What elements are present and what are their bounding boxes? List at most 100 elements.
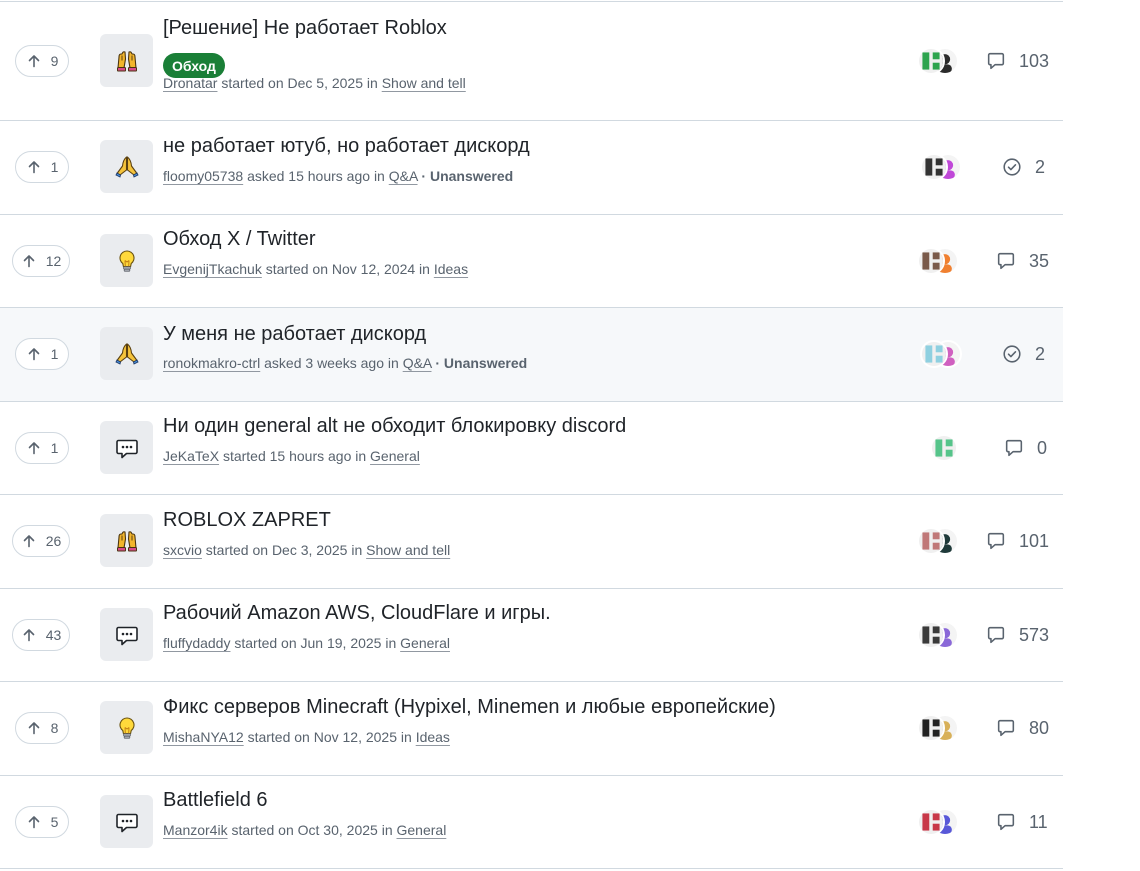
category-link[interactable]: General — [397, 822, 447, 838]
arrow-up-icon — [26, 346, 42, 362]
speech-bubble-icon — [114, 809, 140, 835]
category-link[interactable]: Show and tell — [366, 542, 450, 558]
author-link[interactable]: ronokmakro-ctrl — [163, 355, 260, 371]
answer-status: · Unanswered — [435, 355, 528, 371]
comment-count[interactable]: 103 — [985, 49, 1049, 73]
category-emoji[interactable] — [100, 514, 153, 567]
answer-count[interactable]: 2 — [1001, 155, 1045, 179]
category-link[interactable]: General — [400, 635, 450, 651]
category-link[interactable]: Ideas — [434, 261, 468, 277]
comment-count[interactable]: 11 — [995, 810, 1048, 834]
author-link[interactable]: fluffydaddy — [163, 635, 230, 651]
author-link[interactable]: Dronatar — [163, 75, 217, 91]
category-emoji[interactable] — [100, 421, 153, 474]
category-emoji[interactable] — [100, 327, 153, 380]
hands-raised-icon — [114, 48, 140, 74]
avatar[interactable] — [917, 247, 945, 275]
comment-icon — [985, 624, 1007, 646]
stat-number: 11 — [1029, 811, 1048, 832]
discussion-title-link[interactable]: Рабочий Amazon AWS, CloudFlare и игры. — [163, 602, 551, 625]
stat-number: 103 — [1019, 50, 1050, 71]
discussion-row[interactable]: 1 Ни один general alt не обходит блокиров… — [0, 402, 1063, 495]
comment-count[interactable]: 35 — [995, 249, 1049, 273]
category-emoji[interactable] — [100, 34, 153, 87]
discussion-title-link[interactable]: Обход X / Twitter — [163, 228, 316, 251]
author-link[interactable]: MishaNYA12 — [163, 729, 244, 745]
category-emoji[interactable] — [100, 608, 153, 661]
upvote-button[interactable]: 8 — [15, 712, 69, 744]
category-link[interactable]: Q&A — [389, 168, 418, 184]
discussion-title-link[interactable]: ROBLOX ZAPRET — [163, 509, 331, 532]
stat-number: 101 — [1019, 530, 1050, 551]
author-link[interactable]: sxcvio — [163, 542, 202, 558]
category-emoji[interactable] — [100, 234, 153, 287]
comment-icon — [985, 530, 1007, 552]
author-link[interactable]: Manzor4ik — [163, 822, 228, 838]
discussion-row[interactable]: 5 Battlefield 6 Manzor4ik started on Oct 3… — [0, 776, 1063, 869]
discussion-row[interactable]: 8 Фикс серверов Minecraft (Hypixel, Minem… — [0, 682, 1063, 776]
avatar[interactable] — [920, 340, 948, 368]
upvote-button[interactable]: 5 — [15, 806, 69, 838]
avatar[interactable] — [930, 434, 958, 462]
upvote-button[interactable]: 1 — [15, 338, 69, 370]
stat-number: 0 — [1037, 437, 1048, 458]
upvote-button[interactable]: 1 — [15, 151, 69, 183]
discussion-row[interactable]: 1 не работает ютуб, но работает дискорд fl… — [0, 121, 1063, 215]
stat-number: 2 — [1035, 156, 1046, 177]
arrow-up-icon — [21, 627, 37, 643]
upvote-button[interactable]: 26 — [12, 525, 70, 557]
category-link[interactable]: Show and tell — [382, 75, 466, 91]
discussion-title-link[interactable]: не работает ютуб, но работает дискорд — [163, 135, 530, 158]
discussion-row[interactable]: 26 ROBLOX ZAPRET sxcvio started on Dec 3, … — [0, 495, 1063, 589]
author-link[interactable]: floomy05738 — [163, 168, 243, 184]
upvote-button[interactable]: 43 — [12, 619, 70, 651]
avatar[interactable] — [917, 714, 945, 742]
upvote-button[interactable]: 9 — [15, 45, 69, 77]
avatar[interactable] — [917, 527, 945, 555]
upvote-button[interactable]: 1 — [15, 432, 69, 464]
category-link[interactable]: Q&A — [403, 355, 432, 371]
avatar[interactable] — [917, 808, 945, 836]
check-circle-icon — [1001, 156, 1023, 178]
discussion-title-link[interactable]: Battlefield 6 — [163, 789, 268, 812]
in-word: in — [373, 168, 385, 184]
discussion-row[interactable]: 12 Обход X / Twitter EvgenijTkachuk starte… — [0, 215, 1063, 308]
discussion-row[interactable]: 43 Рабочий Amazon AWS, CloudFlare и игры.… — [0, 589, 1063, 682]
category-emoji[interactable] — [100, 795, 153, 848]
discussion-title-link[interactable]: У меня не работает дискорд — [163, 323, 426, 346]
author-link[interactable]: EvgenijTkachuk — [163, 261, 262, 277]
answer-count[interactable]: 2 — [1001, 342, 1045, 366]
comment-count[interactable]: 573 — [985, 623, 1049, 647]
avatar[interactable] — [917, 47, 945, 75]
discussion-verb: started on Oct 30, 2025 — [231, 822, 378, 838]
discussion-meta: EvgenijTkachuk started on Nov 12, 2024 i… — [163, 261, 468, 277]
lightbulb-icon — [114, 715, 140, 741]
discussion-title-link[interactable]: [Решение] Не работает Roblox — [163, 17, 447, 40]
discussion-row[interactable]: 9 [Решение] Не работает Roblox Обход Dronat… — [0, 2, 1063, 121]
discussion-verb: started 15 hours ago — [222, 448, 352, 464]
discussion-title-link[interactable]: Фикс серверов Minecraft (Hypixel, Mineme… — [163, 696, 776, 719]
speech-bubble-icon — [114, 622, 140, 648]
comment-count[interactable]: 0 — [1003, 436, 1047, 460]
vote-count: 8 — [50, 720, 59, 736]
category-emoji[interactable] — [100, 701, 153, 754]
discussion-title-link[interactable]: Ни один general alt не обходит блокировк… — [163, 415, 626, 438]
comment-icon — [995, 811, 1017, 833]
author-link[interactable]: JeKaTeX — [163, 448, 219, 464]
category-link[interactable]: General — [370, 448, 420, 464]
stat-number: 573 — [1019, 624, 1050, 645]
discussion-verb: started on Dec 5, 2025 — [221, 75, 364, 91]
comment-count[interactable]: 80 — [995, 716, 1049, 740]
upvote-button[interactable]: 12 — [12, 245, 70, 277]
in-word: in — [385, 635, 397, 651]
comment-count[interactable]: 101 — [985, 529, 1049, 553]
check-circle-icon — [1001, 343, 1023, 365]
category-link[interactable]: Ideas — [416, 729, 450, 745]
avatar[interactable] — [920, 153, 948, 181]
in-word: in — [351, 542, 363, 558]
category-emoji[interactable] — [100, 140, 153, 193]
avatar[interactable] — [917, 621, 945, 649]
discussion-row[interactable]: 1 У меня не работает дискорд ronokmakro-ct… — [0, 308, 1063, 402]
vote-count: 43 — [45, 627, 62, 643]
comment-icon — [995, 250, 1017, 272]
